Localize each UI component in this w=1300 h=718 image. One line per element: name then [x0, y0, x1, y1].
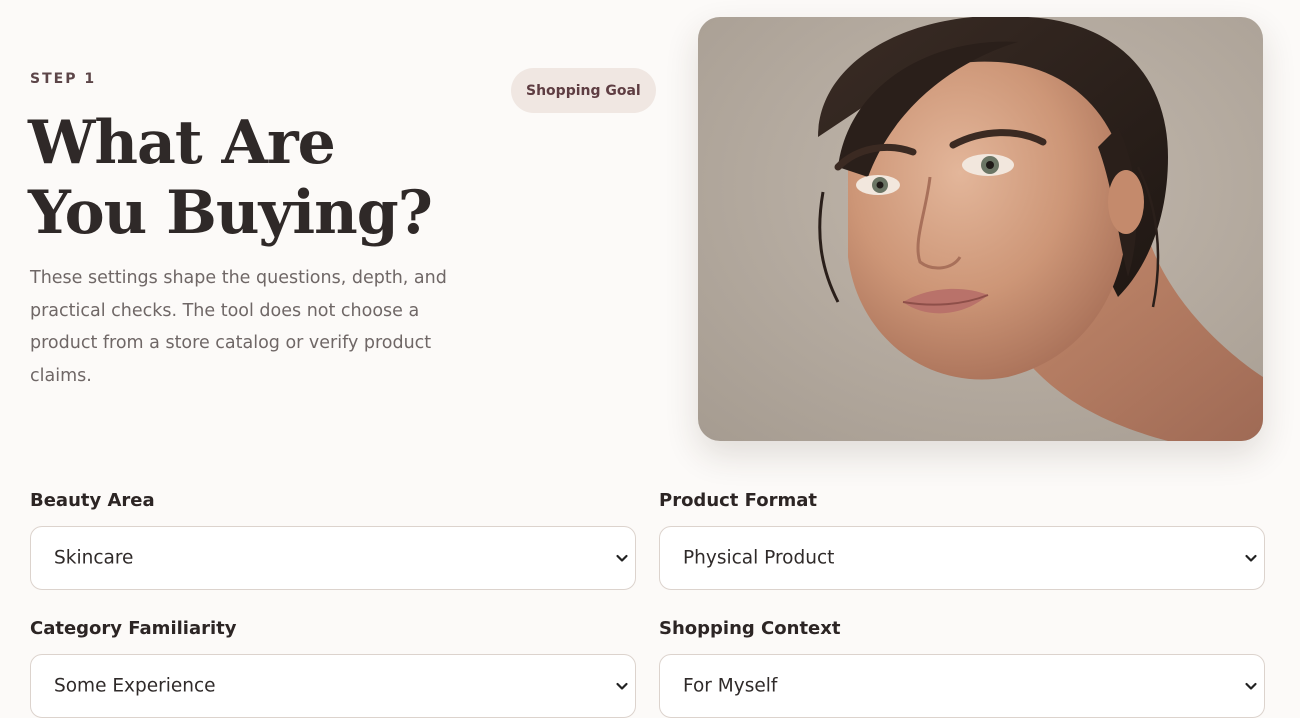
product-format-value: Physical Product: [683, 547, 835, 569]
beauty-area-select[interactable]: Skincare: [30, 526, 636, 590]
category-familiarity-select[interactable]: Some Experience: [30, 654, 636, 718]
product-format-select[interactable]: Physical Product: [659, 526, 1265, 590]
chevron-down-icon: [616, 682, 628, 690]
hero-portrait-image: [698, 17, 1263, 441]
product-format-label: Product Format: [659, 490, 817, 511]
beauty-area-label: Beauty Area: [30, 490, 155, 511]
shopping-goal-badge: Shopping Goal: [511, 68, 656, 113]
shopping-context-value: For Myself: [683, 675, 778, 697]
chevron-down-icon: [1245, 554, 1257, 562]
beauty-area-value: Skincare: [54, 547, 134, 569]
shopping-goal-badge-label: Shopping Goal: [526, 82, 641, 99]
shopping-context-select[interactable]: For Myself: [659, 654, 1265, 718]
page-title-line-1: What Are: [28, 108, 336, 178]
category-familiarity-value: Some Experience: [54, 675, 216, 697]
chevron-down-icon: [616, 554, 628, 562]
category-familiarity-label: Category Familiarity: [30, 618, 237, 639]
page-description: These settings shape the questions, dept…: [30, 268, 447, 386]
page-title-line-2: You Buying?: [28, 178, 433, 248]
chevron-down-icon: [1245, 682, 1257, 690]
shopping-context-label: Shopping Context: [659, 618, 841, 639]
step-label: STEP 1: [30, 71, 97, 87]
portrait-illustration: [698, 17, 1263, 441]
page-title: What Are You Buying?: [28, 108, 498, 248]
